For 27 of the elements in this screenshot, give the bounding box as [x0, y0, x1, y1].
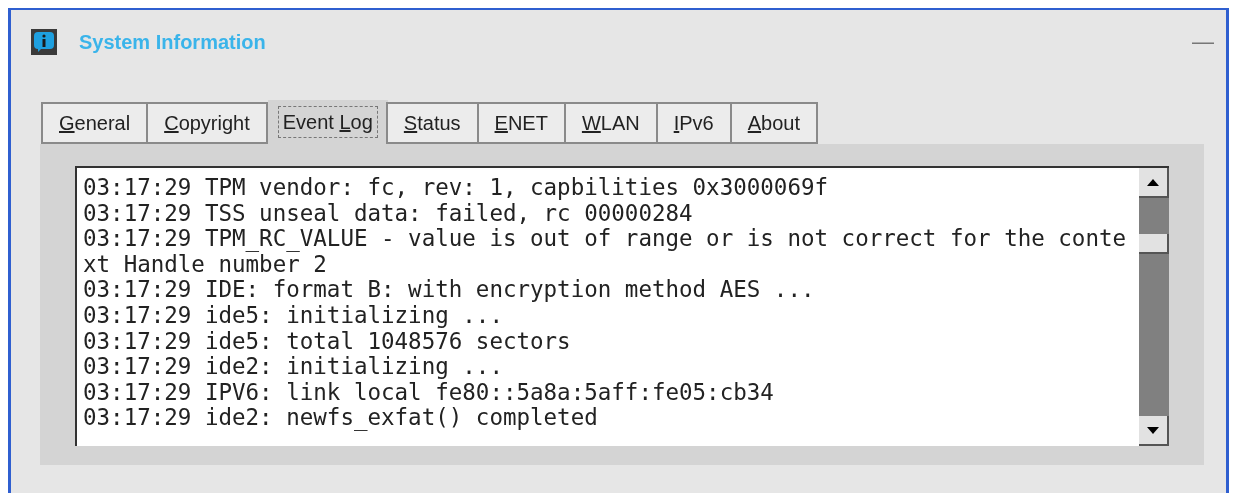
scroll-thumb[interactable]: [1139, 234, 1169, 254]
tab[interactable]: Copyright: [146, 102, 268, 144]
tab[interactable]: About: [729, 102, 818, 144]
up-arrow-icon: [1147, 178, 1159, 186]
log-line: 03:17:29 IPV6: link local fe80::5a8a:5aff:fe05:cb34: [83, 379, 775, 406]
log-line: 03:17:29 IDE: format B: with encryption method AES ...: [83, 277, 816, 303]
log-line: xt Handle number 2: [83, 251, 327, 278]
log-line: 03:17:29 ide5: initializing ...: [83, 302, 503, 329]
tab[interactable]: IPv6: [655, 102, 732, 144]
log-line: 03:17:29 TSS unseal data: failed, rc 00000284: [83, 200, 694, 227]
tab[interactable]: Status: [385, 102, 479, 144]
log-line: 03:17:29 ide2: newfs_exfat() completed: [83, 405, 599, 431]
minimize-button[interactable]: —: [1188, 31, 1218, 53]
tab[interactable]: Event Log: [267, 100, 388, 144]
log-line: 03:17:29 TPM vendor: fc, rev: 1, capbilities 0x3000069f: [83, 175, 830, 201]
log-line: 03:17:29 ide2: initializing ...: [83, 354, 504, 380]
tab[interactable]: WLAN: [563, 102, 658, 144]
log-line: 03:17:29 TPM_RC_VALUE - value is out of range or is not correct for the conte: [83, 226, 1128, 252]
scroll-up-button[interactable]: [1139, 168, 1169, 198]
log-line: 03:17:29 ide5: total 1048576 sectors: [83, 328, 572, 355]
info-icon: [31, 29, 57, 55]
scroll-down-button[interactable]: [1139, 416, 1169, 446]
window-title: System Information: [79, 30, 266, 55]
tab[interactable]: ENET: [476, 102, 566, 144]
tab[interactable]: General: [41, 102, 149, 144]
down-arrow-icon: [1147, 426, 1159, 434]
scrollbar[interactable]: [1139, 168, 1169, 446]
